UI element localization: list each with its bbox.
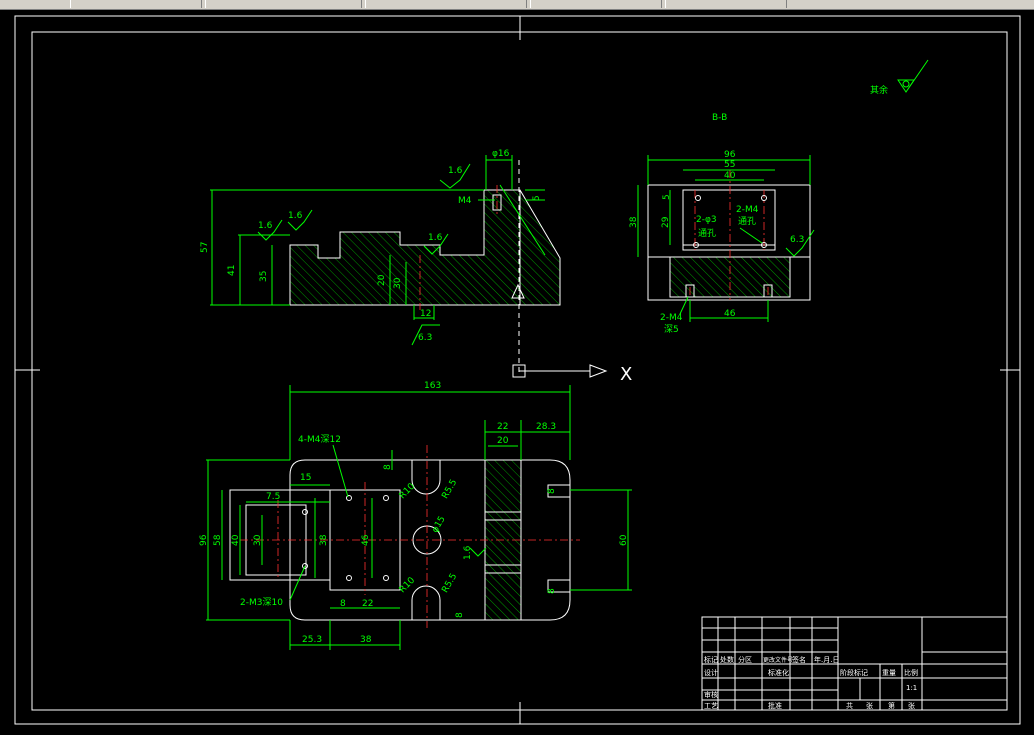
svg-text:1.6: 1.6 bbox=[463, 545, 473, 560]
svg-text:张: 张 bbox=[908, 701, 915, 710]
svg-text:8: 8 bbox=[547, 488, 557, 494]
svg-text:38: 38 bbox=[319, 534, 329, 546]
toolbar-tab[interactable] bbox=[70, 0, 202, 8]
svg-text:46: 46 bbox=[361, 534, 371, 546]
title-block: 标记 处数 分区 更改文件号 签名 年.月.日 设计 标准化 审核 工艺 批准 … bbox=[701, 616, 1008, 711]
svg-text:38: 38 bbox=[360, 635, 372, 645]
svg-text:6.3: 6.3 bbox=[418, 333, 432, 343]
svg-text:工艺: 工艺 bbox=[704, 702, 718, 710]
svg-text:标准化: 标准化 bbox=[768, 668, 789, 677]
toolbar-tab[interactable] bbox=[205, 0, 362, 8]
svg-text:4-M4深12: 4-M4深12 bbox=[298, 434, 341, 445]
svg-text:163: 163 bbox=[424, 381, 441, 391]
svg-text:55: 55 bbox=[724, 160, 735, 170]
svg-text:25.3: 25.3 bbox=[302, 635, 322, 645]
svg-text:46: 46 bbox=[724, 309, 736, 319]
svg-text:22: 22 bbox=[497, 422, 508, 432]
svg-text:审核: 审核 bbox=[704, 690, 718, 699]
svg-text:30: 30 bbox=[393, 277, 403, 289]
svg-text:比例: 比例 bbox=[904, 668, 918, 677]
svg-text:96: 96 bbox=[199, 534, 209, 546]
front-view: 57 41 35 20 30 12 6.3 φ16 5 M4 1.6 1.6 1… bbox=[200, 149, 561, 346]
svg-text:8: 8 bbox=[340, 599, 346, 609]
svg-text:60: 60 bbox=[619, 534, 629, 546]
svg-text:15: 15 bbox=[300, 473, 311, 483]
svg-text:40: 40 bbox=[724, 171, 736, 181]
svg-text:8: 8 bbox=[547, 588, 557, 594]
svg-text:2-M4: 2-M4 bbox=[660, 313, 683, 323]
svg-text:φ15: φ15 bbox=[430, 515, 447, 535]
svg-text:8: 8 bbox=[455, 612, 465, 618]
svg-text:6.3: 6.3 bbox=[790, 235, 804, 245]
toolbar-tab[interactable] bbox=[530, 0, 662, 8]
svg-text:2-M4: 2-M4 bbox=[736, 205, 759, 215]
svg-text:22: 22 bbox=[362, 599, 373, 609]
svg-text:批准: 批准 bbox=[768, 701, 782, 710]
svg-text:5: 5 bbox=[662, 194, 672, 200]
svg-text:20: 20 bbox=[377, 274, 387, 286]
svg-text:张: 张 bbox=[866, 701, 873, 710]
svg-text:29: 29 bbox=[661, 216, 671, 228]
section-view-bb: B-B 96 55 40 38 29 5 2-M4 通孔 2-φ3 通孔 6.3 bbox=[629, 113, 815, 335]
svg-text:20: 20 bbox=[497, 436, 509, 446]
roughness-note: 其余 bbox=[870, 59, 929, 96]
svg-text:R5.5: R5.5 bbox=[440, 572, 459, 595]
svg-text:1:1: 1:1 bbox=[906, 684, 917, 692]
svg-text:设计: 设计 bbox=[704, 668, 718, 677]
svg-text:96: 96 bbox=[724, 150, 736, 160]
svg-text:重量: 重量 bbox=[882, 669, 896, 677]
svg-text:共: 共 bbox=[846, 701, 853, 710]
svg-text:40: 40 bbox=[231, 534, 241, 546]
svg-text:12: 12 bbox=[420, 309, 431, 319]
svg-text:其余: 其余 bbox=[870, 84, 888, 96]
svg-text:R5.5: R5.5 bbox=[440, 478, 459, 501]
svg-text:B-B: B-B bbox=[712, 113, 727, 123]
svg-text:通孔: 通孔 bbox=[738, 216, 756, 227]
svg-text:更改文件号: 更改文件号 bbox=[763, 656, 793, 664]
svg-text:签名: 签名 bbox=[792, 655, 806, 664]
svg-text:φ16: φ16 bbox=[492, 149, 510, 159]
svg-text:1.6: 1.6 bbox=[288, 211, 303, 221]
svg-text:2-φ3: 2-φ3 bbox=[696, 215, 717, 225]
toolbar-tab[interactable] bbox=[665, 0, 787, 8]
svg-text:M4: M4 bbox=[458, 196, 472, 206]
svg-text:X: X bbox=[620, 364, 632, 385]
svg-text:分区: 分区 bbox=[738, 655, 752, 664]
svg-text:1.6: 1.6 bbox=[428, 233, 443, 243]
svg-text:R10: R10 bbox=[398, 481, 418, 501]
svg-text:41: 41 bbox=[227, 265, 237, 276]
svg-text:处数: 处数 bbox=[720, 655, 734, 664]
svg-text:58: 58 bbox=[213, 534, 223, 546]
svg-text:38: 38 bbox=[629, 216, 639, 228]
svg-text:5: 5 bbox=[532, 195, 542, 201]
svg-text:标记: 标记 bbox=[704, 655, 718, 664]
svg-text:30: 30 bbox=[253, 534, 263, 546]
svg-text:第: 第 bbox=[888, 701, 895, 710]
svg-text:35: 35 bbox=[259, 271, 269, 282]
svg-text:深5: 深5 bbox=[664, 324, 679, 335]
svg-text:28.3: 28.3 bbox=[536, 422, 556, 432]
svg-text:1.6: 1.6 bbox=[258, 221, 273, 231]
svg-text:年.月.日: 年.月.日 bbox=[814, 655, 839, 664]
svg-text:阶段标记: 阶段标记 bbox=[840, 668, 868, 677]
svg-text:7.5: 7.5 bbox=[266, 492, 280, 502]
svg-text:通孔: 通孔 bbox=[698, 228, 716, 239]
top-view: 163 22 28.3 20 4-M4深12 8 15 R10 R5.5 φ15… bbox=[199, 381, 632, 650]
svg-text:57: 57 bbox=[200, 242, 210, 253]
cad-drawing-canvas[interactable]: 其余 X 57 41 35 20 30 12 6.3 φ16 5 M4 1.6 … bbox=[0, 9, 1034, 735]
toolbar-tab[interactable] bbox=[365, 0, 527, 8]
svg-text:8: 8 bbox=[383, 464, 393, 470]
svg-text:1.6: 1.6 bbox=[448, 166, 463, 176]
svg-text:2-M3深10: 2-M3深10 bbox=[240, 597, 283, 608]
